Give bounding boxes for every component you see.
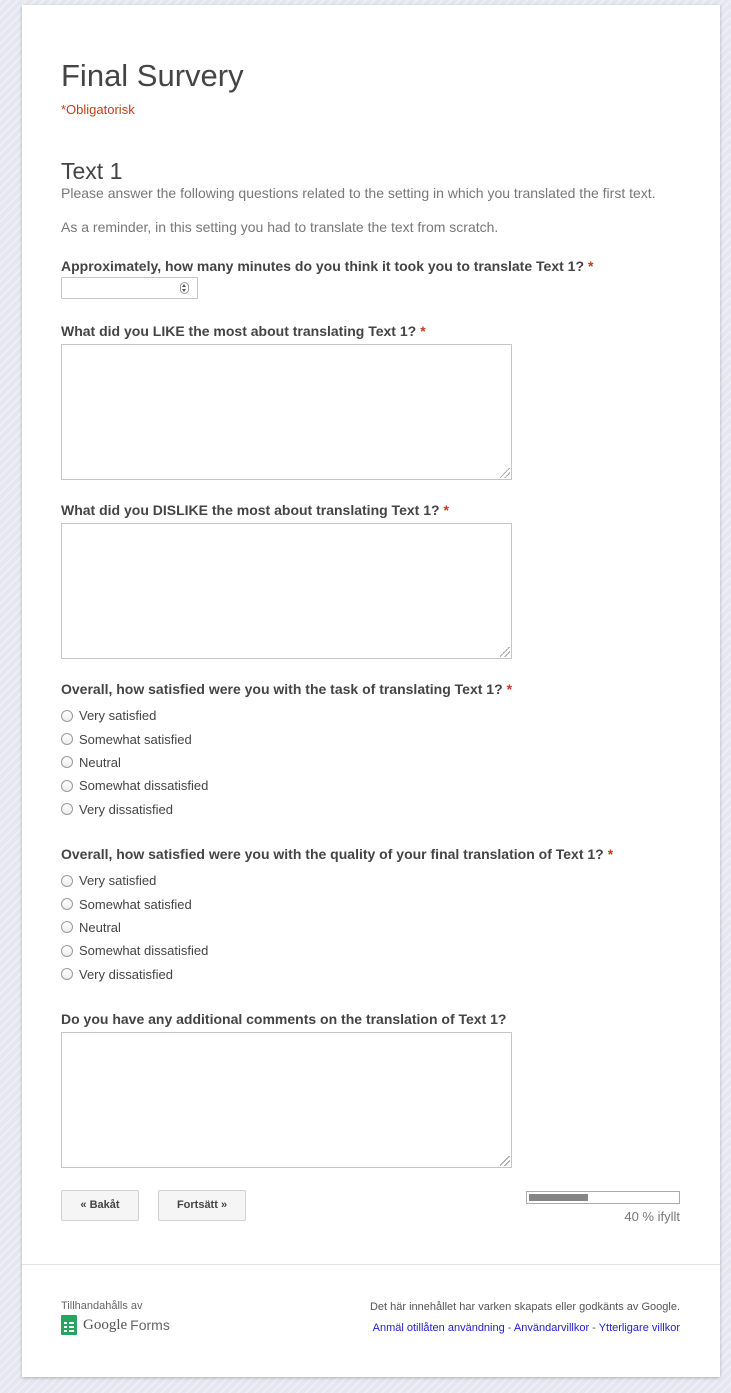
question-text: What did you LIKE the most about transla… bbox=[61, 323, 417, 339]
form-card: Final Survery *Obligatorisk Text 1 Pleas… bbox=[22, 5, 720, 1377]
resize-handle-icon[interactable] bbox=[500, 468, 510, 478]
radio-label[interactable]: Very dissatisfied bbox=[79, 967, 173, 982]
task-satisfaction-radio-group: Very satisfied Somewhat satisfied Neutra… bbox=[61, 704, 208, 821]
question-title: What did you DISLIKE the most about tran… bbox=[61, 502, 449, 518]
radio-button[interactable] bbox=[61, 756, 73, 769]
back-button[interactable]: « Bakåt bbox=[61, 1190, 139, 1221]
radio-button[interactable] bbox=[61, 898, 73, 911]
link-separator: - bbox=[589, 1322, 599, 1334]
spinner-icon[interactable] bbox=[180, 282, 189, 294]
like-textarea[interactable] bbox=[61, 344, 512, 480]
required-asterisk: * bbox=[443, 502, 449, 518]
radio-label[interactable]: Neutral bbox=[79, 920, 121, 935]
section-title: Text 1 bbox=[61, 158, 123, 184]
radio-button[interactable] bbox=[61, 944, 73, 957]
radio-option[interactable]: Very dissatisfied bbox=[61, 963, 208, 986]
radio-label[interactable]: Very satisfied bbox=[79, 708, 156, 723]
dislike-textarea[interactable] bbox=[61, 523, 512, 659]
provided-by-label: Tillhandahålls av bbox=[61, 1300, 143, 1312]
radio-option[interactable]: Somewhat satisfied bbox=[61, 727, 208, 750]
quality-satisfaction-radio-group: Very satisfied Somewhat satisfied Neutra… bbox=[61, 869, 208, 986]
radio-label[interactable]: Neutral bbox=[79, 755, 121, 770]
radio-button[interactable] bbox=[61, 803, 73, 816]
question-text: Approximately, how many minutes do you t… bbox=[61, 258, 584, 274]
question-text: Overall, how satisfied were you with the… bbox=[61, 681, 503, 697]
resize-handle-icon[interactable] bbox=[500, 1156, 510, 1166]
required-asterisk: * bbox=[420, 323, 426, 339]
radio-button[interactable] bbox=[61, 733, 73, 746]
radio-button[interactable] bbox=[61, 968, 73, 981]
radio-button[interactable] bbox=[61, 874, 73, 887]
required-asterisk: * bbox=[506, 681, 513, 697]
radio-option[interactable]: Neutral bbox=[61, 751, 208, 774]
radio-option[interactable]: Very dissatisfied bbox=[61, 798, 208, 821]
continue-button[interactable]: Fortsätt » bbox=[158, 1190, 246, 1221]
radio-option[interactable]: Somewhat satisfied bbox=[61, 892, 208, 915]
question-title: What did you LIKE the most about transla… bbox=[61, 323, 426, 339]
google-forms-icon bbox=[61, 1315, 77, 1335]
question-title: Overall, how satisfied were you with the… bbox=[61, 846, 613, 862]
radio-button[interactable] bbox=[61, 709, 73, 722]
required-asterisk: * bbox=[607, 846, 614, 862]
progress-fill bbox=[529, 1194, 588, 1201]
additional-terms-link[interactable]: Ytterligare villkor bbox=[599, 1322, 680, 1334]
radio-option[interactable]: Somewhat dissatisfied bbox=[61, 939, 208, 962]
required-asterisk: * bbox=[588, 258, 594, 274]
radio-option[interactable]: Very satisfied bbox=[61, 704, 208, 727]
logo-google-text: Google bbox=[83, 1316, 128, 1333]
radio-option[interactable]: Very satisfied bbox=[61, 869, 208, 892]
footer-links: Anmäl otillåten användning - Användarvil… bbox=[373, 1322, 680, 1334]
additional-comments-textarea[interactable] bbox=[61, 1032, 512, 1168]
progress-bar bbox=[526, 1191, 680, 1204]
radio-label[interactable]: Very dissatisfied bbox=[79, 802, 173, 817]
question-text: Overall, how satisfied were you with the… bbox=[61, 846, 604, 862]
radio-option[interactable]: Somewhat dissatisfied bbox=[61, 774, 208, 797]
form-title: Final Survery bbox=[61, 58, 244, 93]
logo-forms-text: Forms bbox=[130, 1317, 170, 1333]
radio-option[interactable]: Neutral bbox=[61, 916, 208, 939]
question-title: Overall, how satisfied were you with the… bbox=[61, 681, 512, 697]
radio-label[interactable]: Somewhat satisfied bbox=[79, 897, 192, 912]
footer-disclaimer: Det här innehållet har varken skapats el… bbox=[369, 1301, 680, 1313]
report-abuse-link[interactable]: Anmäl otillåten användning bbox=[373, 1322, 505, 1334]
radio-label[interactable]: Somewhat dissatisfied bbox=[79, 943, 208, 958]
link-separator: - bbox=[504, 1322, 514, 1334]
radio-label[interactable]: Somewhat satisfied bbox=[79, 732, 192, 747]
question-text: What did you DISLIKE the most about tran… bbox=[61, 502, 440, 518]
footer-divider bbox=[22, 1264, 720, 1265]
radio-label[interactable]: Somewhat dissatisfied bbox=[79, 778, 208, 793]
question-title: Do you have any additional comments on t… bbox=[61, 1011, 506, 1027]
resize-handle-icon[interactable] bbox=[500, 647, 510, 657]
section-reminder: As a reminder, in this setting you had t… bbox=[61, 219, 499, 235]
radio-button[interactable] bbox=[61, 779, 73, 792]
question-title: Approximately, how many minutes do you t… bbox=[61, 258, 593, 274]
progress-label: 40 % ifyllt bbox=[624, 1209, 680, 1224]
required-note: *Obligatorisk bbox=[61, 102, 135, 117]
radio-label[interactable]: Very satisfied bbox=[79, 873, 156, 888]
google-forms-logo[interactable]: Google Forms bbox=[61, 1315, 170, 1335]
radio-button[interactable] bbox=[61, 921, 73, 934]
minutes-number-input[interactable] bbox=[61, 277, 198, 299]
section-description: Please answer the following questions re… bbox=[61, 185, 656, 201]
terms-link[interactable]: Användarvillkor bbox=[514, 1322, 589, 1334]
question-text: Do you have any additional comments on t… bbox=[61, 1011, 507, 1027]
